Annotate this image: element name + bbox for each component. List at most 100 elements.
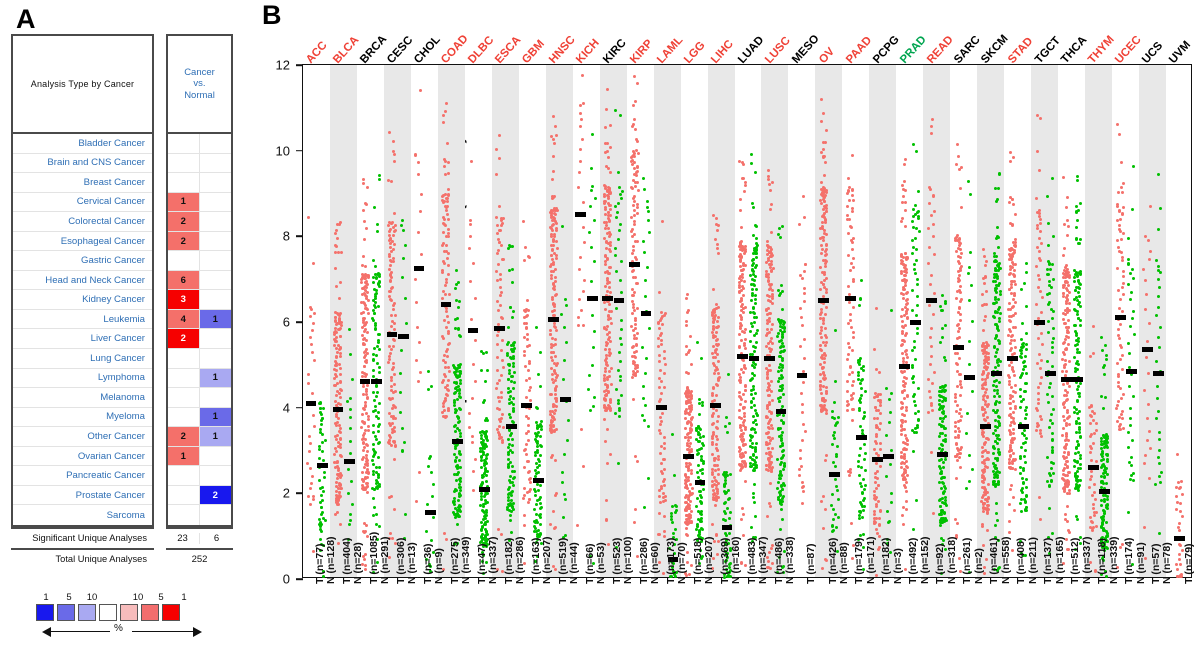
scatter-point <box>630 163 634 167</box>
scatter-point <box>711 411 715 415</box>
scatter-point-outlier <box>535 326 539 330</box>
scatter-point <box>643 250 647 254</box>
scatter-point <box>1011 436 1015 440</box>
scatter-point <box>455 426 459 430</box>
scatter-point <box>851 207 855 210</box>
scatter-point <box>527 376 531 380</box>
scatter-point <box>1009 257 1013 261</box>
scatter-point <box>321 441 325 445</box>
scatter-point-outlier <box>362 208 366 212</box>
scatter-point <box>632 269 636 273</box>
scatter-point <box>743 337 747 341</box>
scatter-point <box>1024 494 1028 498</box>
scatter-point <box>362 465 366 469</box>
scatter-point <box>371 353 375 357</box>
scatter-point-outlier <box>605 427 609 431</box>
scatter-point <box>819 328 823 332</box>
scatter-point <box>738 390 742 394</box>
scatter-point <box>986 371 990 375</box>
scatter-point <box>851 371 855 375</box>
scatter-point <box>458 382 462 386</box>
scatter-point <box>533 526 537 530</box>
scatter-point-outlier <box>1008 530 1012 534</box>
scatter-point <box>741 431 745 435</box>
scatter-point <box>377 441 381 445</box>
scatter-point-outlier <box>850 521 854 525</box>
scatter-point <box>858 356 862 360</box>
scatter-point <box>485 500 489 504</box>
scatter-point <box>484 529 488 533</box>
scatter-point <box>910 309 914 313</box>
scatter-point <box>581 290 585 294</box>
scatter-point <box>320 505 324 509</box>
scatter-point <box>899 419 903 423</box>
scatter-point <box>660 486 664 490</box>
y-axis-tick-label: 12 <box>275 57 290 73</box>
scatter-point-outlier <box>482 352 486 356</box>
scatter-point <box>348 451 352 455</box>
scatter-point <box>565 438 569 442</box>
scatter-point <box>851 392 855 396</box>
scatter-point <box>533 494 537 498</box>
scatter-point <box>717 376 721 380</box>
scatter-point <box>879 464 883 468</box>
scatter-point <box>958 306 962 310</box>
scatter-point <box>387 421 391 425</box>
scatter-point-outlier <box>371 258 375 262</box>
scatter-point <box>993 479 997 483</box>
scatter-point <box>848 301 852 305</box>
scatter-point-outlier <box>633 507 637 511</box>
scatter-point <box>714 442 718 446</box>
scatter-point <box>526 308 530 312</box>
scatter-point <box>479 528 483 532</box>
scatter-point <box>538 443 542 447</box>
scatter-point <box>753 321 757 325</box>
scatter-point <box>848 319 852 323</box>
scatter-point <box>998 312 1002 315</box>
scatter-point-outlier <box>801 490 805 494</box>
scatter-point <box>749 392 753 396</box>
scatter-point <box>563 298 567 302</box>
scatter-point <box>738 409 742 413</box>
scatter-point <box>967 340 971 344</box>
scatter-point-outlier <box>981 292 985 296</box>
scatter-point <box>647 424 650 428</box>
scatter-point <box>445 354 449 358</box>
scatter-point <box>904 447 908 451</box>
scatter-point-outlier <box>995 518 999 522</box>
scatter-point-outlier <box>418 471 422 475</box>
scatter-point <box>943 457 947 461</box>
scatter-point <box>980 485 984 489</box>
scatter-point <box>753 293 757 297</box>
scatter-point <box>549 233 553 237</box>
scatter-point <box>713 313 717 317</box>
scatter-point-outlier <box>527 254 531 258</box>
scatter-point <box>739 296 743 300</box>
scatter-point <box>1009 279 1013 283</box>
scatter-point-outlier <box>743 480 747 484</box>
scatter-point-outlier <box>874 368 878 372</box>
scatter-point <box>589 279 593 283</box>
scatter-point-outlier <box>699 357 703 361</box>
scatter-point <box>1007 363 1011 367</box>
scatter-point <box>1014 263 1018 267</box>
scatter-point <box>696 471 700 475</box>
scatter-point <box>334 347 338 351</box>
scatter-point-outlier <box>414 500 418 504</box>
scatter-point <box>776 426 780 430</box>
scatter-point <box>1011 251 1015 255</box>
scatter-point <box>526 490 530 494</box>
scatter-point-outlier <box>955 477 959 481</box>
scatter-point <box>862 509 866 513</box>
scatter-point <box>912 430 916 434</box>
scatter-point <box>1020 476 1024 480</box>
scatter-point <box>578 298 582 302</box>
scatter-point <box>764 366 768 370</box>
scatter-point-outlier <box>966 179 970 183</box>
scatter-point <box>528 343 531 347</box>
scatter-point <box>389 249 393 253</box>
scatter-point-outlier <box>779 507 783 511</box>
scatter-point <box>888 410 892 414</box>
scatter-point <box>905 331 909 335</box>
scatter-point <box>360 483 364 487</box>
